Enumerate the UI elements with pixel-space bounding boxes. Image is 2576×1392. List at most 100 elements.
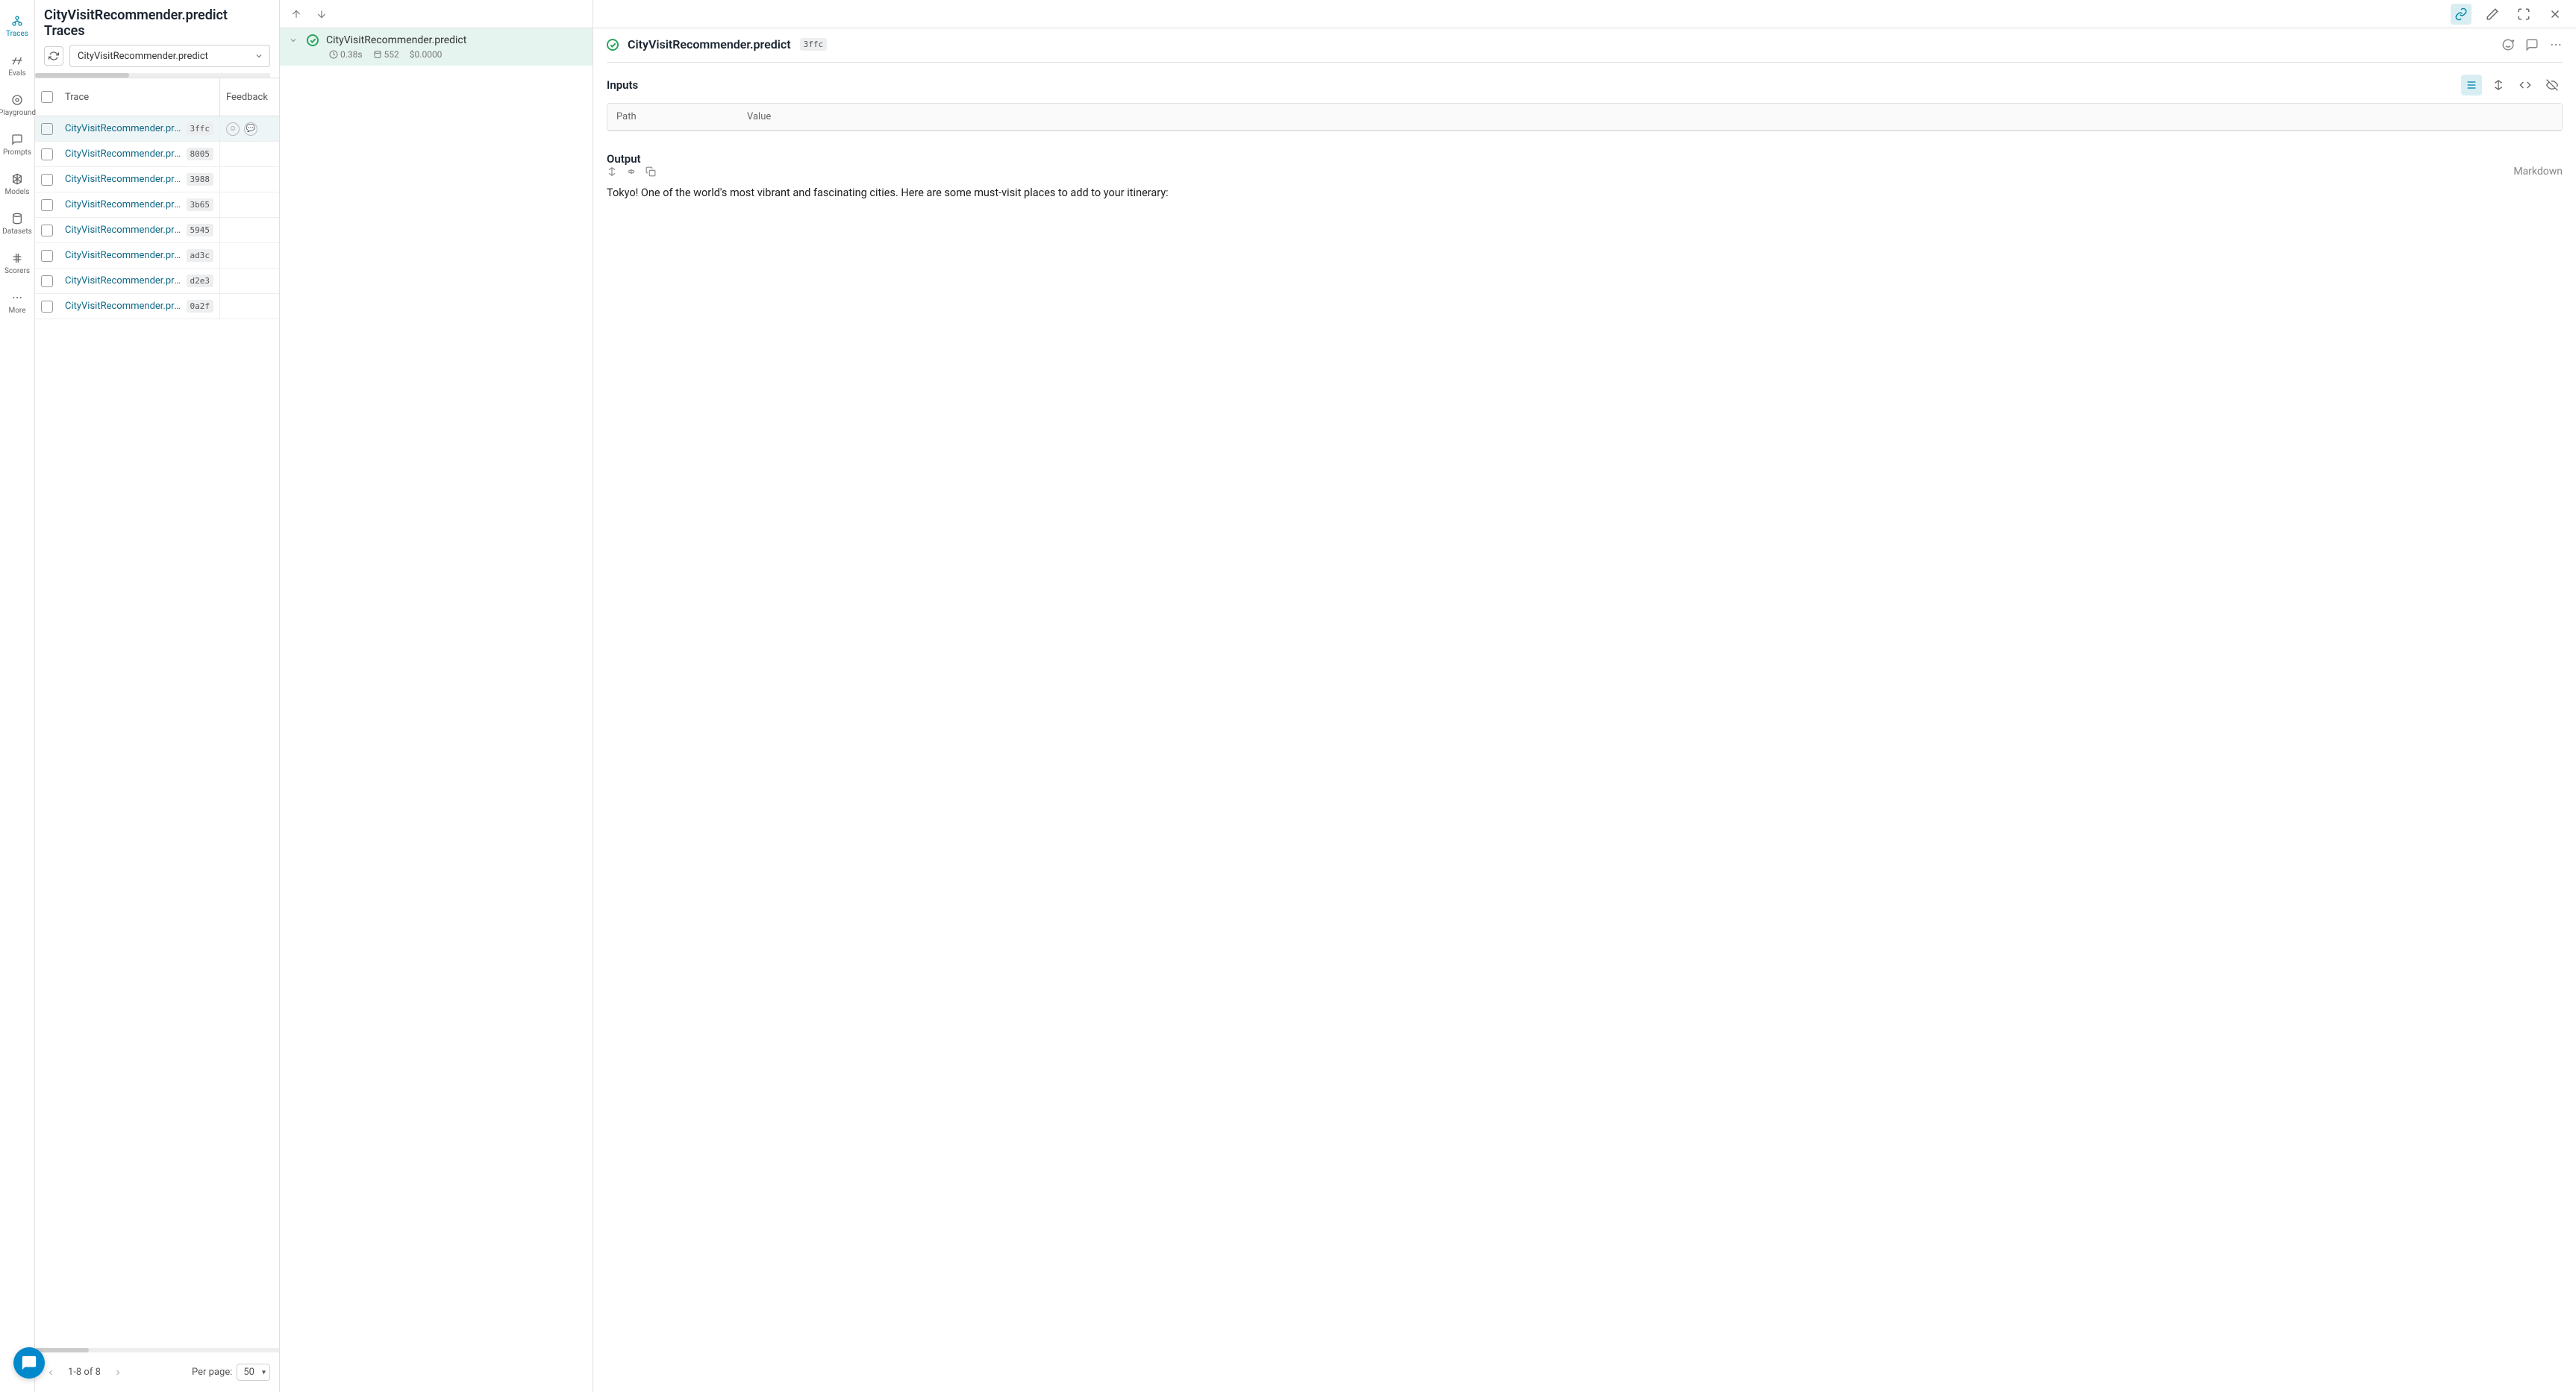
- traces-panel: CityVisitRecommender.predict Traces City…: [35, 0, 280, 1392]
- code-view-button[interactable]: [2515, 75, 2536, 95]
- collapse-output-button[interactable]: [626, 166, 637, 177]
- hide-button[interactable]: [2542, 75, 2563, 95]
- prev-trace-button[interactable]: [290, 8, 302, 20]
- rail-more[interactable]: More: [8, 290, 25, 315]
- filter-select[interactable]: CityVisitRecommender.predict: [69, 45, 270, 67]
- fullscreen-button[interactable]: [2513, 4, 2534, 25]
- node-name: CityVisitRecommender.predict: [326, 34, 466, 46]
- per-page-label: Per page:: [192, 1367, 232, 1378]
- row-checkbox[interactable]: [41, 301, 53, 313]
- rail-label: Traces: [6, 30, 28, 38]
- close-button[interactable]: [2545, 4, 2566, 25]
- trace-row[interactable]: CityVisitRecommender.pre… 0a2f: [35, 294, 279, 319]
- col-feedback[interactable]: Feedback: [219, 78, 279, 116]
- trace-row[interactable]: CityVisitRecommender.pre… ad3c: [35, 243, 279, 269]
- trace-hash: 3988: [187, 173, 214, 186]
- more-button[interactable]: [2549, 38, 2563, 51]
- next-page-button[interactable]: [111, 1366, 125, 1379]
- prompts-icon: [10, 132, 25, 147]
- edit-button[interactable]: [2482, 4, 2503, 25]
- trace-name: CityVisitRecommender.pre…: [65, 123, 182, 134]
- row-checkbox[interactable]: [41, 275, 53, 287]
- page-title: CityVisitRecommender.predict Traces: [44, 7, 270, 39]
- hscroll-top[interactable]: [35, 73, 270, 78]
- chevron-down-icon[interactable]: [289, 36, 299, 45]
- output-format[interactable]: Markdown: [2513, 166, 2563, 178]
- status-success-icon: [307, 34, 319, 46]
- trace-name: CityVisitRecommender.pre…: [65, 225, 182, 236]
- add-reaction-button[interactable]: [2501, 38, 2515, 51]
- row-checkbox[interactable]: [41, 148, 53, 160]
- chat-bubble[interactable]: [13, 1347, 45, 1379]
- trace-name: CityVisitRecommender.pre…: [65, 301, 182, 312]
- detail-topbar: [593, 0, 2576, 28]
- trace-row[interactable]: CityVisitRecommender.pre… 3ffc ☺ 💬: [35, 116, 279, 142]
- trace-hash: 0a2f: [187, 300, 214, 313]
- scorers-icon: [10, 251, 25, 266]
- rail-label: Models: [5, 188, 30, 196]
- trace-name: CityVisitRecommender.pre…: [65, 250, 182, 261]
- per-page-select[interactable]: 50 ▾: [237, 1364, 270, 1381]
- trace-row[interactable]: CityVisitRecommender.pre… 3b65: [35, 192, 279, 218]
- trace-row[interactable]: CityVisitRecommender.pre… d2e3: [35, 269, 279, 294]
- expand-output-button[interactable]: [607, 166, 617, 177]
- output-intro: Tokyo! One of the world's most vibrant a…: [607, 185, 2563, 201]
- next-trace-button[interactable]: [316, 8, 328, 20]
- chevron-down-icon: ▾: [262, 1368, 266, 1376]
- rail-label: Prompts: [3, 148, 31, 157]
- tree-panel: CityVisitRecommender.predict 0.38s 552 $…: [280, 0, 593, 1392]
- trace-hash: 3ffc: [187, 122, 214, 135]
- inputs-title: Inputs: [607, 78, 638, 92]
- trace-row[interactable]: CityVisitRecommender.pre… 8005: [35, 142, 279, 167]
- rail-label: More: [8, 307, 25, 315]
- rail-label: Datasets: [2, 228, 32, 236]
- rail-traces[interactable]: Traces: [6, 13, 28, 38]
- filter-value: CityVisitRecommender.predict: [78, 51, 208, 62]
- node-cost: $0.0000: [410, 49, 443, 60]
- trace-hash: 5945: [187, 224, 214, 236]
- detail-hash: 3ffc: [800, 38, 828, 51]
- tree-node[interactable]: CityVisitRecommender.predict 0.38s 552 $…: [280, 28, 593, 66]
- select-all-checkbox[interactable]: [41, 91, 53, 103]
- row-checkbox[interactable]: [41, 199, 53, 211]
- rail-datasets[interactable]: Datasets: [2, 211, 32, 236]
- add-emoji-icon[interactable]: ☺: [226, 122, 240, 136]
- row-checkbox[interactable]: [41, 123, 53, 135]
- rail-label: Evals: [8, 69, 25, 78]
- refresh-button[interactable]: [44, 46, 63, 66]
- trace-name: CityVisitRecommender.pre…: [65, 275, 182, 286]
- add-comment-icon[interactable]: 💬: [244, 122, 257, 136]
- hscroll-bottom[interactable]: [35, 1348, 279, 1352]
- list-view-button[interactable]: [2461, 75, 2482, 95]
- pager-range: 1-8 of 8: [68, 1367, 101, 1378]
- rail-scorers[interactable]: Scorers: [4, 251, 30, 275]
- traces-table-header: Trace Feedback: [35, 78, 279, 116]
- rail-label: Playground: [0, 109, 36, 117]
- trace-name: CityVisitRecommender.pre…: [65, 174, 182, 185]
- trace-row[interactable]: CityVisitRecommender.pre… 3988: [35, 167, 279, 192]
- row-checkbox[interactable]: [41, 174, 53, 186]
- rail-playground[interactable]: Playground: [0, 93, 36, 117]
- rail-prompts[interactable]: Prompts: [3, 132, 31, 157]
- trace-name: CityVisitRecommender.pre…: [65, 148, 182, 160]
- link-view-button[interactable]: [2451, 4, 2472, 25]
- row-checkbox[interactable]: [41, 225, 53, 236]
- copy-output-button[interactable]: [645, 166, 656, 177]
- comment-button[interactable]: [2525, 38, 2539, 51]
- models-icon: [10, 172, 25, 186]
- trace-name: CityVisitRecommender.pre…: [65, 199, 182, 210]
- rail-evals[interactable]: Evals: [8, 53, 25, 78]
- trace-row[interactable]: CityVisitRecommender.pre… 5945: [35, 218, 279, 243]
- playground-icon: [10, 93, 25, 107]
- nav-rail: Traces Evals Playground Prompts Models D…: [0, 0, 35, 1392]
- detail-body: Inputs Path Value Output: [593, 63, 2576, 1392]
- traces-icon: [10, 13, 25, 28]
- prev-page-button[interactable]: [44, 1366, 57, 1379]
- refresh-icon: [49, 51, 59, 61]
- rail-models[interactable]: Models: [5, 172, 30, 196]
- col-trace[interactable]: Trace: [59, 92, 219, 103]
- expand-view-button[interactable]: [2488, 75, 2509, 95]
- node-time: 0.38s: [329, 49, 363, 60]
- more-icon: [10, 290, 25, 305]
- row-checkbox[interactable]: [41, 250, 53, 262]
